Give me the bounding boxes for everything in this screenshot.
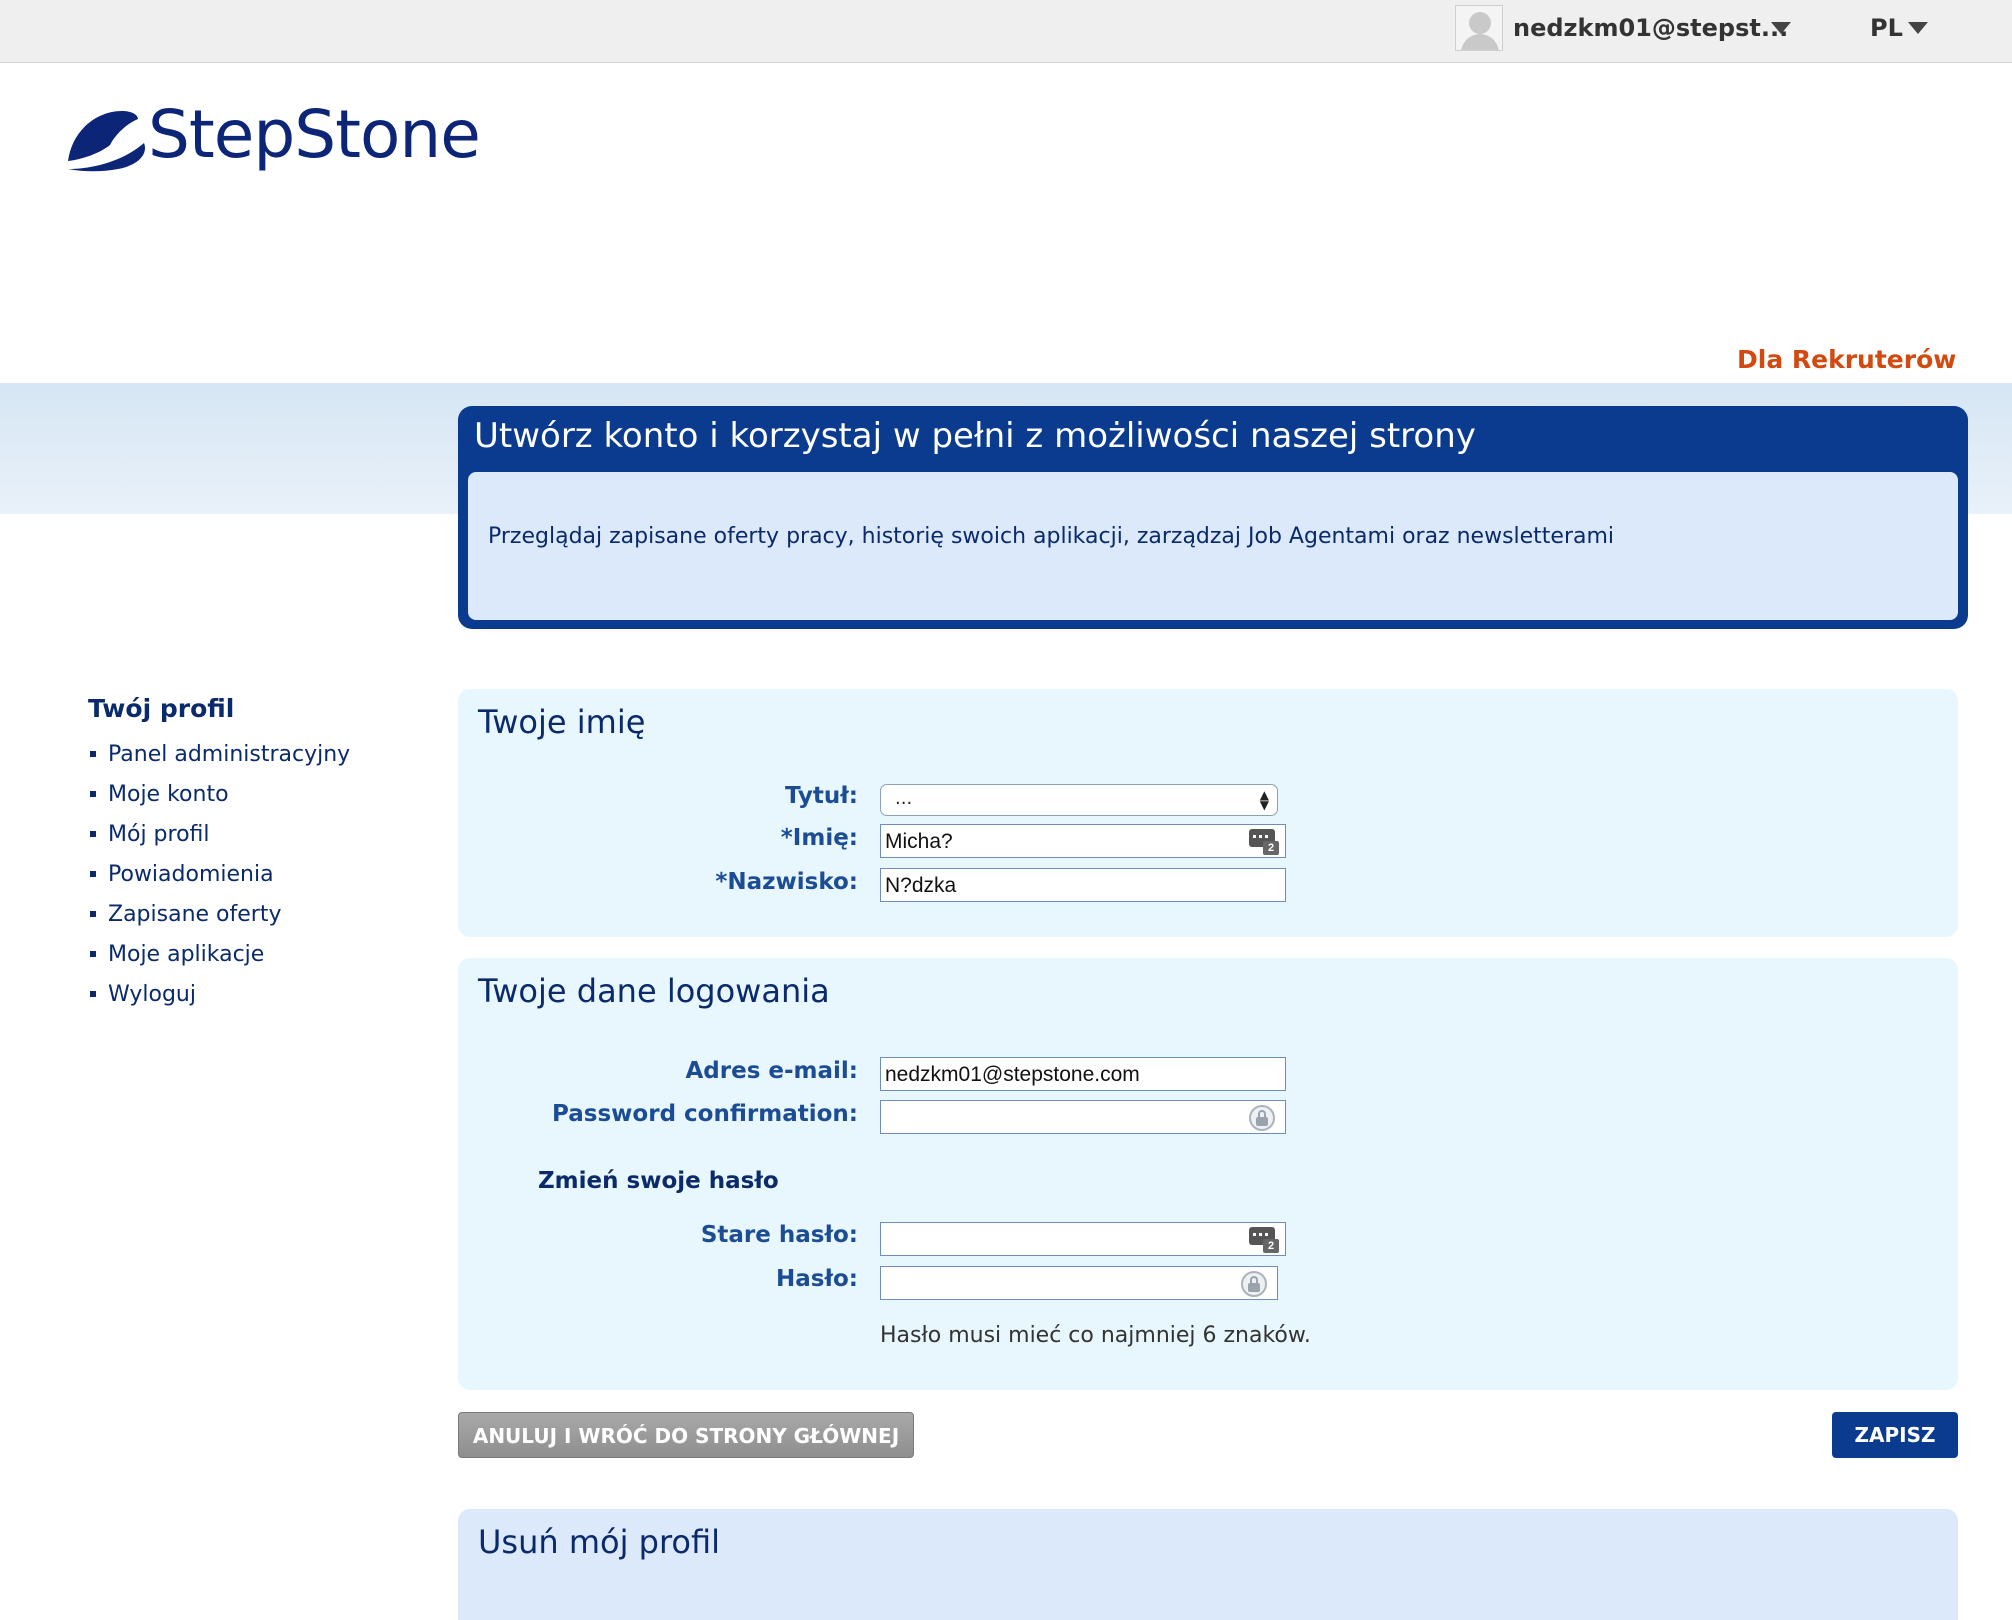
sidebar-item-label: Powiadomienia <box>108 861 274 887</box>
password-hint: Hasło musi mieć co najmniej 6 znaków. <box>880 1323 1311 1348</box>
hero-title: Utwórz konto i korzystaj w pełni z możli… <box>474 416 1476 456</box>
recruiters-link[interactable]: Dla Rekruterów <box>1737 345 1956 374</box>
password-field[interactable] <box>880 1266 1278 1300</box>
sidebar-item-label: Mój profil <box>108 821 210 847</box>
hero-text: Przeglądaj zapisane oferty pracy, histor… <box>488 524 1615 549</box>
save-button[interactable]: ZAPISZ <box>1832 1412 1958 1458</box>
sidebar-item-label: Zapisane oferty <box>108 901 282 927</box>
change-password-heading: Zmień swoje hasło <box>538 1168 779 1194</box>
section-title: Usuń mój profil <box>478 1523 721 1561</box>
last-name-label: *Nazwisko: <box>715 869 858 895</box>
first-name-value: Micha? <box>885 830 953 853</box>
title-select-value: ... <box>895 788 913 809</box>
sidebar-item-panel[interactable]: Panel administracyjny <box>90 734 350 774</box>
sidebar-item-label: Wyloguj <box>108 981 196 1007</box>
avatar-body <box>1461 34 1499 50</box>
hero-banner: Utwórz konto i korzystaj w pełni z możli… <box>458 406 1968 629</box>
keyboard-icon[interactable]: 2 <box>1249 1227 1279 1253</box>
keyboard-icon-badge: 2 <box>1263 841 1279 855</box>
sidebar-item-applications[interactable]: Moje aplikacje <box>90 934 350 974</box>
last-name-field[interactable]: N?dzka <box>880 868 1286 902</box>
first-name-label: *Imię: <box>780 825 858 851</box>
password-label: Hasło: <box>776 1266 858 1292</box>
avatar[interactable] <box>1455 5 1503 51</box>
bullet-icon <box>90 951 96 957</box>
first-name-field[interactable]: Micha? 2 <box>880 824 1286 858</box>
section-title: Twoje dane logowania <box>478 972 830 1010</box>
sidebar-item-saved-offers[interactable]: Zapisane oferty <box>90 894 350 934</box>
sidebar-item-label: Moje konto <box>108 781 229 807</box>
bullet-icon <box>90 831 96 837</box>
old-password-field[interactable]: 2 <box>880 1222 1286 1256</box>
last-name-value: N?dzka <box>885 874 957 897</box>
title-label: Tytuł: <box>784 783 858 809</box>
logo-text[interactable]: StepStone <box>148 96 481 173</box>
lock-icon[interactable] <box>1249 1105 1275 1131</box>
sidebar-item-account[interactable]: Moje konto <box>90 774 350 814</box>
email-field[interactable]: nedzkm01@stepstone.com <box>880 1057 1286 1091</box>
keyboard-icon-badge: 2 <box>1263 1239 1279 1253</box>
bullet-icon <box>90 911 96 917</box>
sidebar-item-logout[interactable]: Wyloguj <box>90 974 350 1014</box>
user-avatar-icon <box>1469 12 1491 34</box>
sidebar-item-label: Moje aplikacje <box>108 941 265 967</box>
lock-icon-body <box>1248 1283 1260 1292</box>
hero-body: Przeglądaj zapisane oferty pracy, histor… <box>468 472 1958 620</box>
bullet-icon <box>90 791 96 797</box>
sidebar-nav: Panel administracyjny Moje konto Mój pro… <box>90 734 350 1014</box>
language-selector[interactable]: PL <box>1870 14 1903 42</box>
sidebar-item-profile[interactable]: Mój profil <box>90 814 350 854</box>
cancel-button[interactable]: ANULUJ I WRÓĆ DO STRONY GŁÓWNEJ <box>458 1412 914 1458</box>
title-select[interactable]: ... ▲ ▼ <box>880 784 1278 816</box>
bullet-icon <box>90 871 96 877</box>
sidebar-item-notifications[interactable]: Powiadomienia <box>90 854 350 894</box>
select-arrows-icon: ▲ ▼ <box>1259 788 1269 812</box>
lock-icon-body <box>1256 1117 1268 1126</box>
chevron-down-icon[interactable] <box>1771 22 1791 34</box>
email-label: Adres e-mail: <box>685 1058 859 1084</box>
sidebar-title: Twój profil <box>88 694 235 723</box>
user-menu[interactable]: nedzkm01@stepst... <box>1513 14 1788 42</box>
password-confirm-field[interactable] <box>880 1100 1286 1134</box>
section-title: Twoje imię <box>478 703 646 741</box>
bullet-icon <box>90 751 96 757</box>
chevron-down-icon[interactable] <box>1908 22 1928 34</box>
email-value: nedzkm01@stepstone.com <box>885 1063 1140 1086</box>
sidebar-item-label: Panel administracyjny <box>108 741 351 767</box>
lock-icon[interactable] <box>1241 1271 1267 1297</box>
password-confirm-label: Password confirmation: <box>552 1101 858 1127</box>
keyboard-icon[interactable]: 2 <box>1249 829 1279 855</box>
bullet-icon <box>90 991 96 997</box>
delete-profile-section: Usuń mój profil <box>458 1509 1958 1620</box>
old-password-label: Stare hasło: <box>700 1222 858 1248</box>
top-bar: nedzkm01@stepst... PL <box>0 0 2012 63</box>
